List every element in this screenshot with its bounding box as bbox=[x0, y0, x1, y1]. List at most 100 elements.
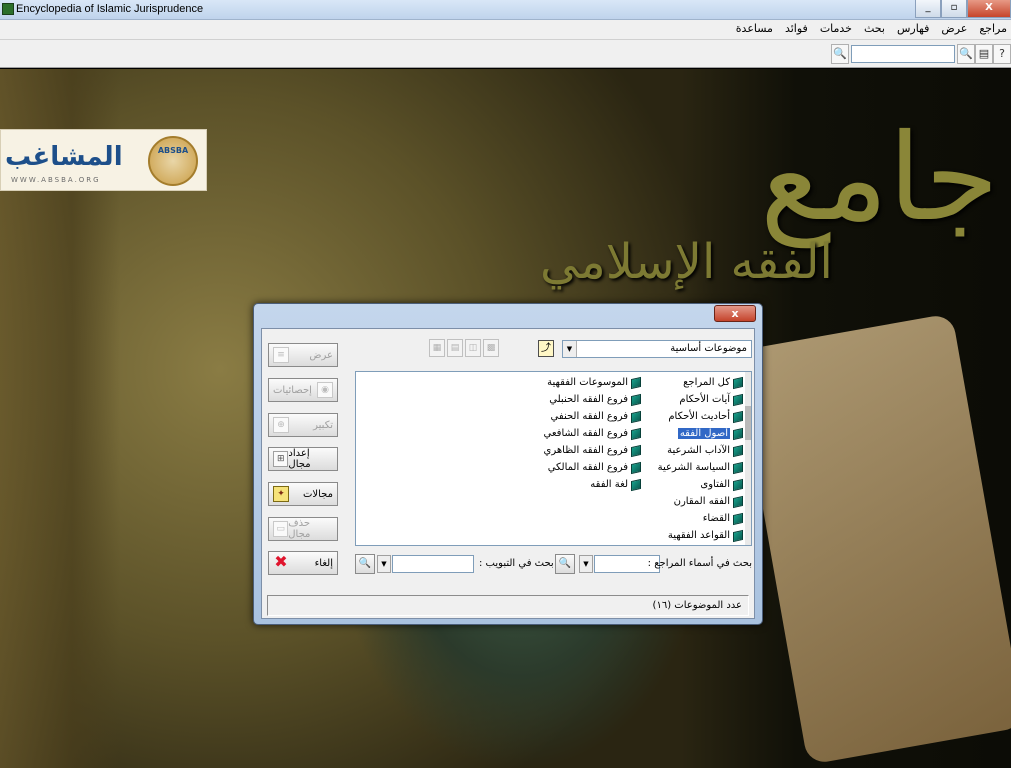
category-select-value: موضوعات أساسية bbox=[670, 343, 747, 354]
book-icon bbox=[631, 444, 641, 457]
zoom-button-label: تكبير bbox=[313, 419, 333, 431]
list-item[interactable]: كل المراجع bbox=[658, 374, 743, 391]
tool-grid-icon[interactable]: ▦ bbox=[429, 339, 445, 357]
book-icon bbox=[631, 393, 641, 406]
list-item[interactable]: السياسة الشرعية bbox=[658, 459, 743, 476]
toolbar-help-icon[interactable]: ? bbox=[993, 44, 1011, 64]
menu-indexes[interactable]: فهارس bbox=[895, 22, 931, 35]
fields-button[interactable]: ✦ مجالات bbox=[268, 482, 338, 506]
chapters-search-icon[interactable]: 🔍 bbox=[355, 554, 375, 574]
search-row: 🔍 ▼ بحث في التبويب : 🔍 ▼ بحث في أسماء ال… bbox=[355, 553, 752, 575]
toolbar-search-icon[interactable]: 🔍 bbox=[831, 44, 849, 64]
book-icon bbox=[733, 427, 743, 440]
book-icon bbox=[631, 427, 641, 440]
folder-icon: ▭ bbox=[273, 521, 289, 537]
window-controls: _ ▫ X bbox=[915, 0, 1011, 18]
book-icon bbox=[631, 410, 641, 423]
menu-utilities[interactable]: فوائد bbox=[783, 22, 810, 35]
status-bar: عدد الموضوعات (١٦) bbox=[267, 595, 749, 616]
book-icon bbox=[733, 512, 743, 525]
references-list[interactable]: كل المراجع آيات الأحكام أحاديث الأحكام أ… bbox=[355, 371, 752, 546]
setup-field-icon: ⊞ bbox=[273, 451, 289, 467]
logo-emblem-icon: ABSBA bbox=[148, 136, 198, 186]
list-scrollbar[interactable] bbox=[745, 372, 751, 545]
fields-button-label: مجالات bbox=[303, 488, 333, 500]
list-item[interactable]: فروع الفقه الحنفي bbox=[544, 408, 641, 425]
logo-text: المشاغب bbox=[5, 142, 123, 172]
cancel-button-label: إلغاء bbox=[314, 557, 333, 569]
dialog-close-button[interactable]: x bbox=[714, 305, 756, 322]
names-search-icon[interactable]: 🔍 bbox=[555, 554, 575, 574]
logo-badge: المشاغب WWW.ABSBA.ORG ABSBA bbox=[0, 129, 207, 191]
tool-tiles-icon[interactable]: ▩ bbox=[483, 339, 499, 357]
delete-field-button[interactable]: ▭ حذف مجال bbox=[268, 517, 338, 541]
book-icon bbox=[631, 461, 641, 474]
restore-button[interactable]: ▫ bbox=[941, 0, 967, 18]
book-icon bbox=[733, 478, 743, 491]
list-item[interactable]: آيات الأحكام bbox=[658, 391, 743, 408]
calligraphy-subtitle: الفقه الإسلامي bbox=[540, 234, 833, 290]
chapters-dropdown-icon[interactable]: ▼ bbox=[377, 555, 391, 573]
scrollbar-thumb[interactable] bbox=[745, 406, 751, 440]
chevron-down-icon[interactable]: ▼ bbox=[563, 341, 577, 357]
logo-url: WWW.ABSBA.ORG bbox=[11, 176, 101, 184]
chapters-search-input[interactable] bbox=[392, 555, 474, 573]
zoom-button[interactable]: ⊕ تكبير bbox=[268, 413, 338, 437]
statistics-button-label: إحصائيات bbox=[273, 384, 312, 396]
list-column-main: كل المراجع آيات الأحكام أحاديث الأحكام أ… bbox=[658, 374, 743, 544]
menu-bar: مراجع عرض فهارس بحث خدمات فوائد مساعدة bbox=[0, 20, 1011, 40]
list-item[interactable]: الآداب الشرعية bbox=[658, 442, 743, 459]
list-item[interactable]: الفقه المقارن bbox=[658, 493, 743, 510]
list-item[interactable]: القضاء bbox=[658, 510, 743, 527]
topics-count: عدد الموضوعات (١٦) bbox=[652, 600, 742, 611]
up-folder-icon[interactable]: ⤴ bbox=[538, 340, 554, 357]
menu-help[interactable]: مساعدة bbox=[734, 22, 775, 35]
list-item[interactable]: فروع الفقه الحنبلي bbox=[544, 391, 641, 408]
dialog-body: ≡ عرض إحصائيات ◉ ⊕ تكبير ⊞ إعداد مجال ✦ … bbox=[261, 328, 755, 619]
list-item[interactable]: فروع الفقه الشافعي bbox=[544, 425, 641, 442]
list-item[interactable]: فروع الفقه المالكي bbox=[544, 459, 641, 476]
book-icon bbox=[733, 444, 743, 457]
book-icon bbox=[733, 393, 743, 406]
delete-field-button-label: حذف مجال bbox=[288, 518, 311, 540]
close-button[interactable]: X bbox=[967, 0, 1011, 18]
book-icon bbox=[733, 376, 743, 389]
list-tools: ▦ ▤ ◫ ▩ bbox=[429, 339, 499, 357]
references-dialog: x ≡ عرض إحصائيات ◉ ⊕ تكبير ⊞ إعداد مجال … bbox=[253, 303, 763, 625]
setup-field-button[interactable]: ⊞ إعداد مجال bbox=[268, 447, 338, 471]
view-button[interactable]: ≡ عرض bbox=[268, 343, 338, 367]
list-item[interactable]: أحاديث الأحكام bbox=[658, 408, 743, 425]
title-bar: Encyclopedia of Islamic Jurisprudence _ … bbox=[0, 0, 1011, 20]
list-item[interactable]: القواعد الفقهية bbox=[658, 527, 743, 544]
statistics-button[interactable]: إحصائيات ◉ bbox=[268, 378, 338, 402]
book-icon bbox=[733, 410, 743, 423]
toolbar-find-icon[interactable]: 🔍 bbox=[957, 44, 975, 64]
chapters-search-label: بحث في التبويب : bbox=[479, 558, 554, 569]
menu-services[interactable]: خدمات bbox=[818, 22, 854, 35]
book-icon bbox=[631, 376, 641, 389]
tool-details-icon[interactable]: ◫ bbox=[465, 339, 481, 357]
list-item[interactable]: الموسوعات الفقهية bbox=[544, 374, 641, 391]
menu-references[interactable]: مراجع bbox=[977, 22, 1009, 35]
menu-view[interactable]: عرض bbox=[939, 22, 969, 35]
cancel-button[interactable]: ✖ إلغاء bbox=[268, 551, 338, 575]
list-item[interactable]: فروع الفقه الظاهري bbox=[544, 442, 641, 459]
cancel-x-icon: ✖ bbox=[274, 552, 288, 571]
statistics-icon: ◉ bbox=[317, 382, 333, 398]
names-search-label: بحث في أسماء المراجع : bbox=[647, 558, 752, 569]
category-select[interactable]: ▼ موضوعات أساسية bbox=[562, 340, 752, 358]
tool-list-icon[interactable]: ▤ bbox=[447, 339, 463, 357]
list-item[interactable]: لغة الفقه bbox=[544, 476, 641, 493]
toolbar-book-icon[interactable]: ▤ bbox=[975, 44, 993, 64]
list-item[interactable]: الفتاوى bbox=[658, 476, 743, 493]
minimize-button[interactable]: _ bbox=[915, 0, 941, 18]
toolbar-search-input[interactable] bbox=[851, 45, 955, 63]
book-icon bbox=[733, 529, 743, 542]
list-item-selected[interactable]: أصول الفقه bbox=[658, 425, 743, 442]
menu-search[interactable]: بحث bbox=[862, 22, 887, 35]
document-icon: ≡ bbox=[273, 347, 289, 363]
magnifier-icon: ⊕ bbox=[273, 417, 289, 433]
book-icon bbox=[733, 461, 743, 474]
list-column-secondary: الموسوعات الفقهية فروع الفقه الحنبلي فرو… bbox=[544, 374, 641, 493]
names-dropdown-icon[interactable]: ▼ bbox=[579, 555, 593, 573]
